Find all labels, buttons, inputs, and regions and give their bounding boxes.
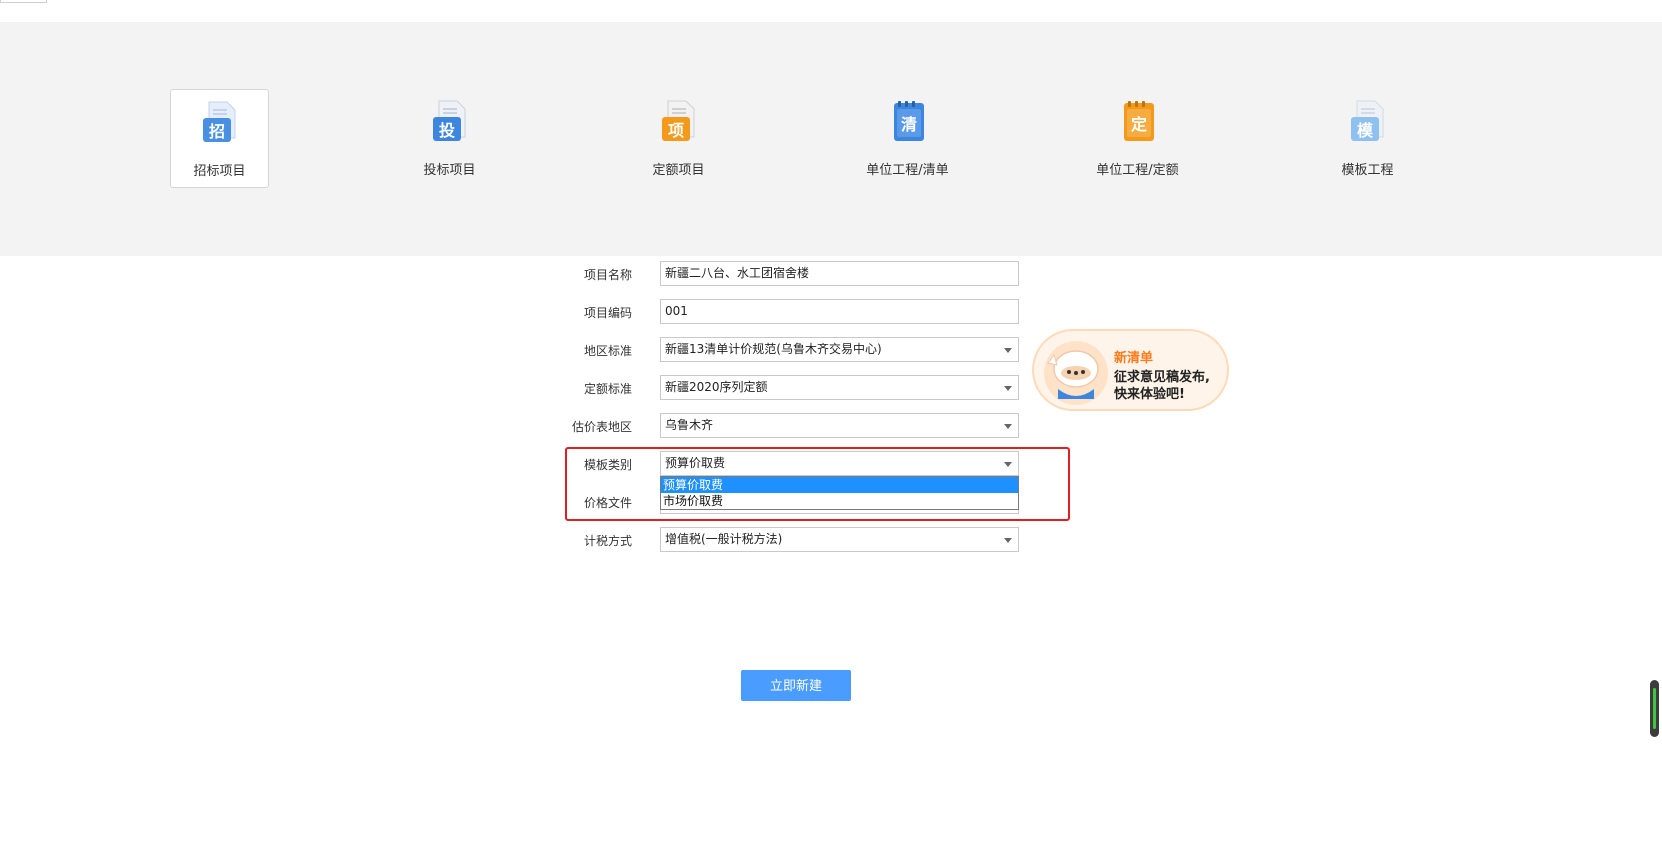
quota-standard-label: 定额标准 (583, 382, 632, 396)
project-name-input[interactable]: 新疆二八台、水工团宿舍楼 (660, 261, 1019, 286)
template-type-dropdown: 预算价取费 市场价取费 (660, 476, 1019, 510)
chevron-down-icon (1004, 386, 1012, 391)
tax-method-value: 增值税(一般计税方法) (665, 532, 783, 546)
tile-label: 定额项目 (652, 163, 705, 178)
price-region-label: 估价表地区 (571, 420, 632, 434)
quota-project-icon: 项 (661, 100, 694, 141)
template-type-label: 模板类别 (583, 458, 632, 472)
tile-unit-list[interactable]: 清 单位工程/清单 (858, 89, 957, 188)
row-price-region: 估价表地区 乌鲁木齐 (560, 413, 1020, 439)
svg-text:定: 定 (1129, 115, 1146, 134)
svg-text:投: 投 (438, 121, 454, 140)
svg-text:清: 清 (900, 115, 916, 134)
window-corner-tab (0, 0, 47, 3)
tile-unit-quota[interactable]: 定 单位工程/定额 (1088, 89, 1187, 188)
svg-text:模: 模 (1356, 121, 1373, 140)
price-region-select[interactable]: 乌鲁木齐 (660, 413, 1019, 438)
row-project-code: 项目编码 001 (560, 299, 1020, 325)
quota-standard-select[interactable]: 新疆2020序列定额 (660, 375, 1019, 400)
chevron-down-icon (1004, 538, 1012, 543)
project-name-value: 新疆二八台、水工团宿舍楼 (665, 266, 810, 280)
tax-method-label: 计税方式 (583, 534, 632, 548)
bid-invitation-icon: 招 (202, 101, 235, 142)
bid-submission-icon: 投 (432, 100, 465, 141)
chevron-down-icon (1004, 348, 1012, 353)
template-project-icon: 模 (1350, 100, 1383, 141)
tile-bid-submission[interactable]: 投 投标项目 (400, 89, 499, 188)
tile-label: 单位工程/清单 (866, 163, 949, 178)
template-type-select[interactable]: 预算价取费 (660, 451, 1019, 476)
tile-label: 招标项目 (193, 164, 246, 179)
dropdown-option[interactable]: 市场价取费 (661, 493, 1018, 509)
svg-text:项: 项 (667, 121, 683, 140)
region-standard-select[interactable]: 新疆13清单计价规范(乌鲁木齐交易中心) (660, 337, 1019, 362)
project-code-label: 项目编码 (583, 306, 632, 320)
row-tax-method: 计税方式 增值税(一般计税方法) (560, 527, 1020, 553)
project-code-value: 001 (665, 304, 688, 318)
dropdown-option[interactable]: 预算价取费 (661, 477, 1018, 493)
row-template-type: 模板类别 预算价取费 (560, 451, 1020, 477)
price-file-label: 价格文件 (583, 496, 632, 510)
template-type-value: 预算价取费 (665, 456, 726, 470)
tile-template-project[interactable]: 模 模板工程 (1318, 89, 1417, 188)
project-name-label: 项目名称 (583, 268, 632, 282)
promo-title: 新清单 (1114, 351, 1154, 366)
chevron-down-icon (1004, 424, 1012, 429)
svg-text:招: 招 (208, 122, 224, 141)
new-list-promo-banner[interactable]: 新清单 征求意见稿发布, 快来体验吧! (1032, 329, 1229, 411)
tile-bid-invitation[interactable]: 招 招标项目 (170, 89, 269, 188)
quota-standard-value: 新疆2020序列定额 (665, 380, 768, 394)
price-region-value: 乌鲁木齐 (665, 418, 714, 432)
tile-quota-project[interactable]: 项 定额项目 (629, 89, 728, 188)
project-code-input[interactable]: 001 (660, 299, 1019, 324)
chevron-down-icon (1004, 462, 1012, 467)
unit-quota-icon: 定 (1123, 101, 1154, 141)
row-region-standard: 地区标准 新疆13清单计价规范(乌鲁木齐交易中心) (560, 337, 1020, 363)
row-project-name: 项目名称 新疆二八台、水工团宿舍楼 (560, 261, 1020, 287)
tax-method-select[interactable]: 增值税(一般计税方法) (660, 527, 1019, 552)
scrollbar-thumb[interactable] (1650, 680, 1659, 737)
unit-list-icon: 清 (893, 101, 924, 141)
tile-label: 投标项目 (423, 163, 476, 178)
row-quota-standard: 定额标准 新疆2020序列定额 (560, 375, 1020, 401)
promo-line-2: 快来体验吧! (1114, 387, 1185, 402)
region-standard-value: 新疆13清单计价规范(乌鲁木齐交易中心) (665, 342, 882, 356)
create-now-button[interactable]: 立即新建 (741, 670, 851, 701)
mascot-icon (1044, 341, 1108, 405)
tile-label: 模板工程 (1341, 163, 1394, 178)
tile-label: 单位工程/定额 (1096, 163, 1179, 178)
region-standard-label: 地区标准 (583, 344, 632, 358)
